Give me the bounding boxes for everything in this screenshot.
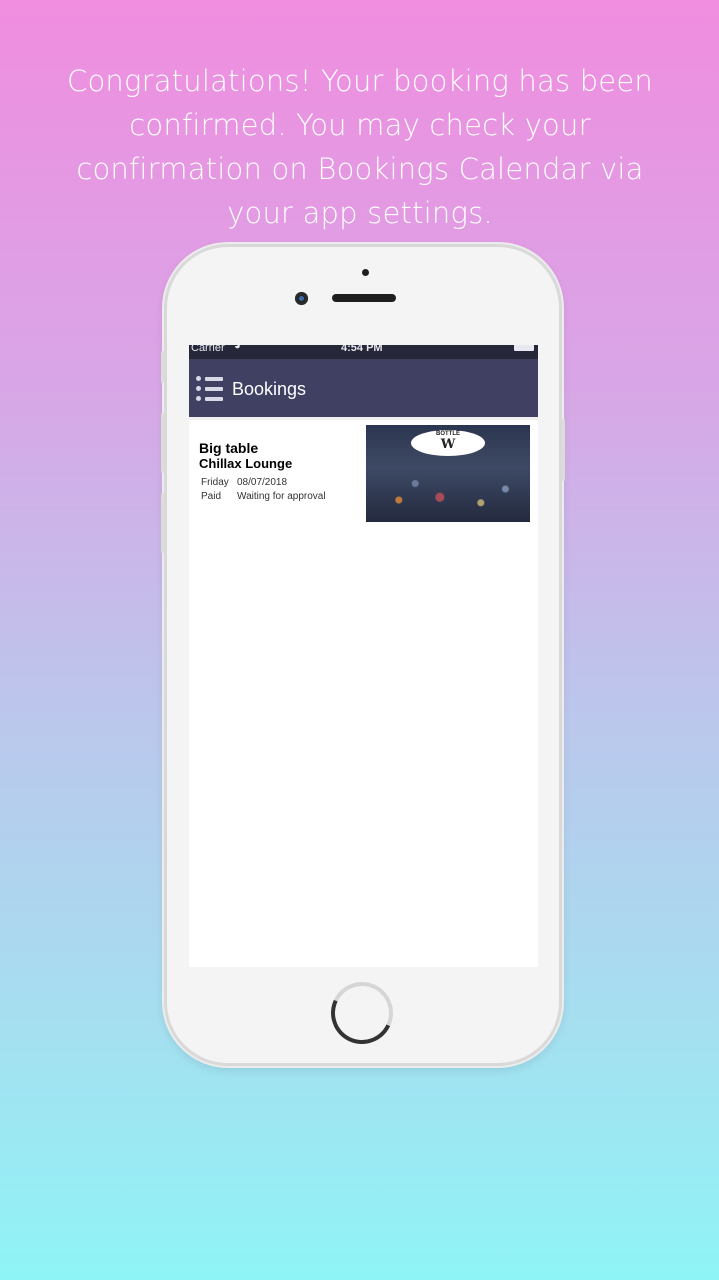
carrier-label: Carrier bbox=[191, 345, 225, 354]
battery-icon bbox=[514, 345, 534, 351]
booking-title: Big table bbox=[199, 440, 259, 456]
page-title: Bookings bbox=[232, 379, 307, 399]
phone-mockup: Carrier ◕ 4:54 PM Bookings Big table Chi… bbox=[161, 244, 565, 1066]
booking-card[interactable]: Big table Chillax Lounge Friday 08/07/20… bbox=[189, 420, 538, 528]
proximity-sensor bbox=[362, 269, 369, 276]
booking-venue: Chillax Lounge bbox=[199, 456, 293, 471]
status-bar: Carrier ◕ 4:54 PM bbox=[189, 345, 538, 359]
booking-payment: Paid bbox=[201, 491, 222, 502]
venue-thumbnail[interactable]: BOTTLE W bbox=[366, 425, 530, 522]
volume-up-button bbox=[161, 413, 164, 473]
status-time: 4:54 PM bbox=[341, 345, 383, 354]
bookings-list: Big table Chillax Lounge Friday 08/07/20… bbox=[189, 420, 538, 967]
front-camera bbox=[295, 292, 308, 305]
phone-screen: Carrier ◕ 4:54 PM Bookings Big table Chi… bbox=[189, 345, 538, 967]
mute-switch bbox=[161, 351, 164, 383]
booking-status: Waiting for approval bbox=[237, 491, 326, 502]
promo-headline: Congratulations! Your booking has been c… bbox=[67, 64, 653, 230]
earpiece-speaker bbox=[332, 294, 396, 302]
booking-day-row: Friday 08/07/2018 bbox=[201, 477, 287, 488]
booking-date: 08/07/2018 bbox=[237, 477, 288, 488]
venue-photo bbox=[366, 467, 530, 522]
volume-down-button bbox=[161, 493, 164, 553]
list-menu-icon[interactable] bbox=[196, 376, 224, 402]
nav-bar: Bookings bbox=[189, 359, 538, 420]
wifi-icon: ◕ bbox=[234, 345, 241, 352]
venue-logo: BOTTLE W bbox=[411, 430, 485, 456]
power-button bbox=[562, 419, 565, 481]
home-button[interactable] bbox=[322, 973, 402, 1053]
booking-day: Friday bbox=[201, 477, 229, 488]
booking-status-row: Paid Waiting for approval bbox=[201, 491, 326, 502]
venue-logo-letter: W bbox=[440, 437, 456, 452]
